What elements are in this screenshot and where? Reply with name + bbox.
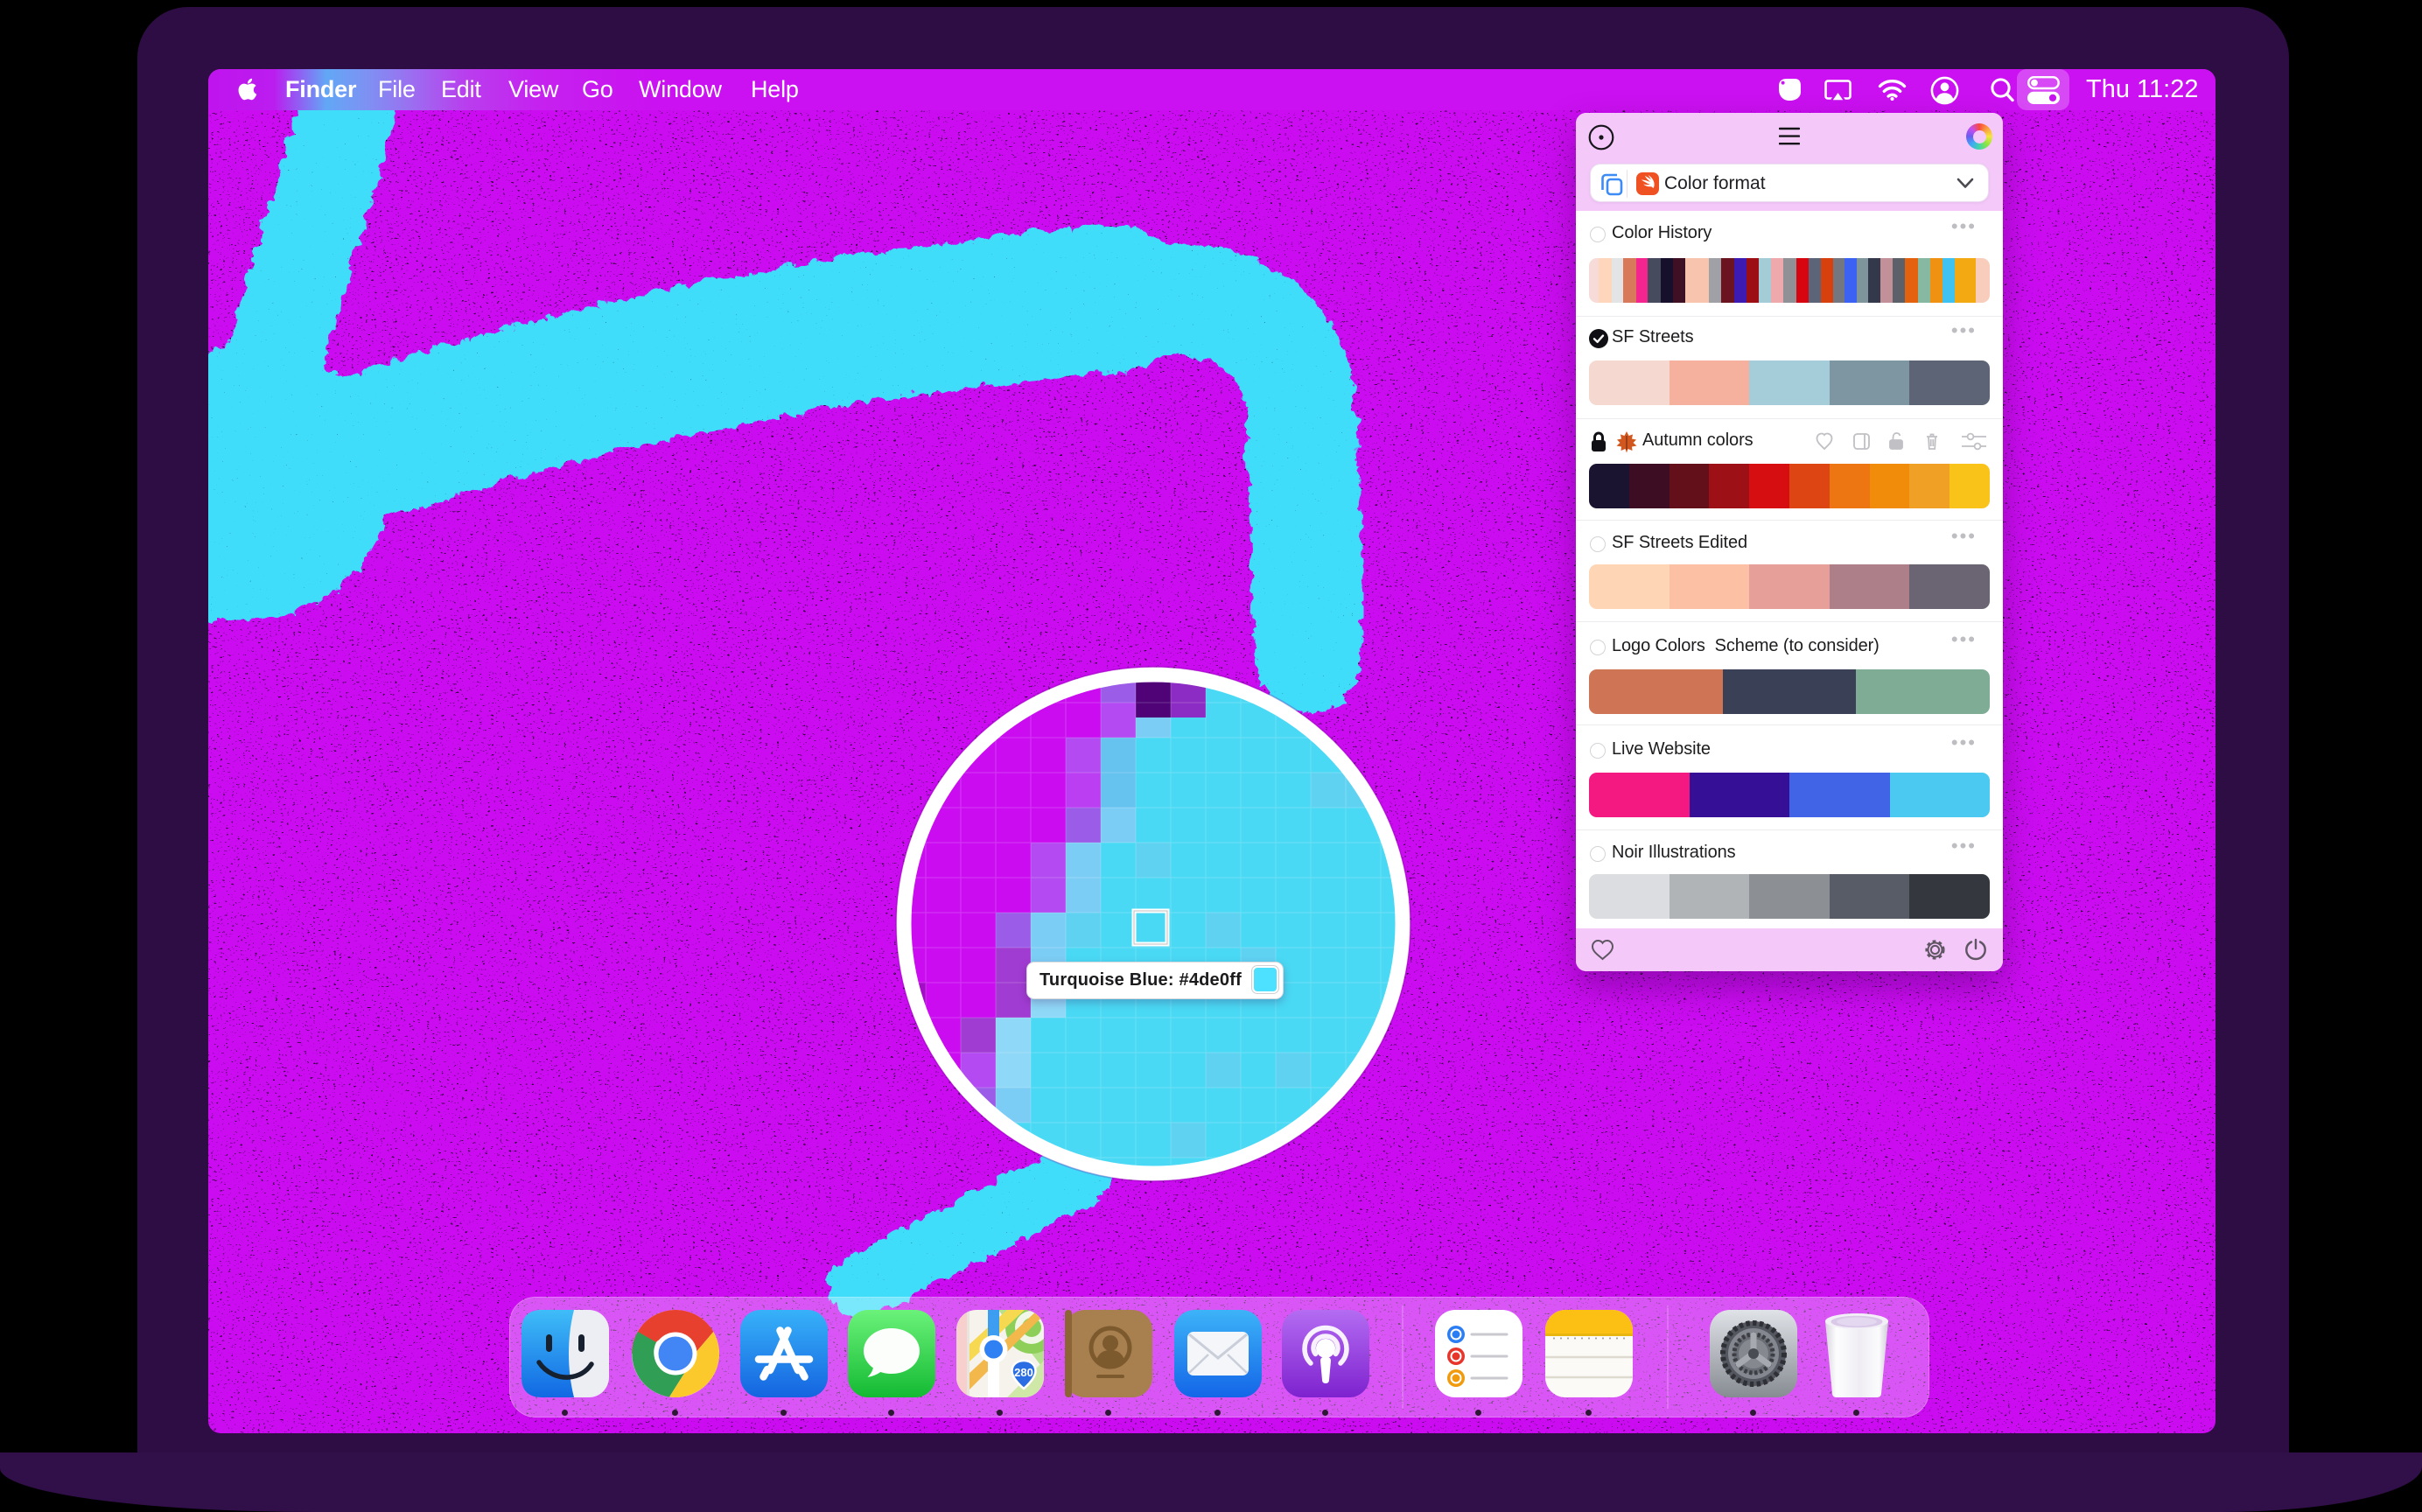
svg-text:280: 280 (1014, 1366, 1033, 1379)
